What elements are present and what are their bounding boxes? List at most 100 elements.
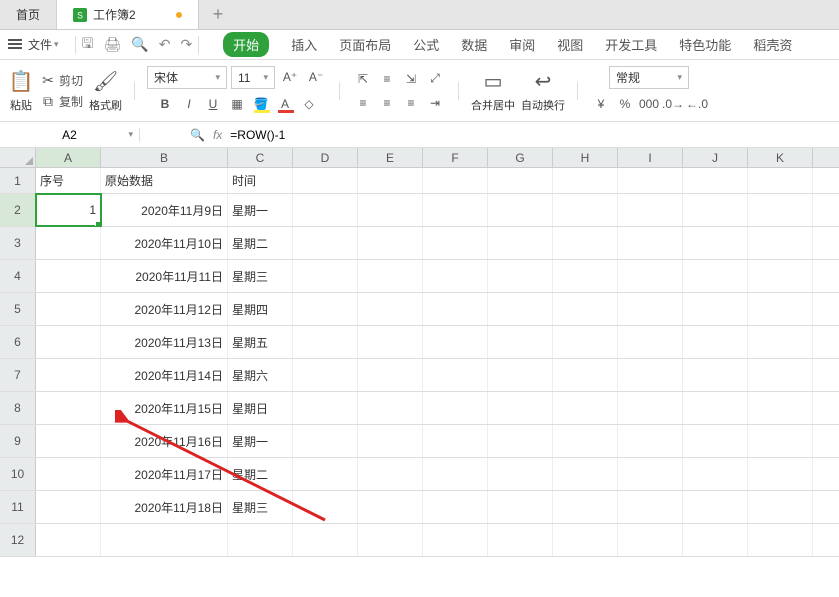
ribbon-tab-insert[interactable]: 插入 xyxy=(291,35,317,54)
formula-input[interactable] xyxy=(230,128,839,142)
cell[interactable] xyxy=(618,194,683,226)
row-header[interactable]: 9 xyxy=(0,425,36,457)
cell[interactable] xyxy=(293,524,358,556)
undo-icon[interactable]: ↶ xyxy=(159,36,171,53)
cell[interactable] xyxy=(488,168,553,193)
cell[interactable] xyxy=(293,227,358,259)
cell[interactable] xyxy=(553,194,618,226)
tab-document[interactable]: S 工作簿2 xyxy=(57,0,199,29)
cell[interactable] xyxy=(618,168,683,193)
col-header-D[interactable]: D xyxy=(293,148,358,167)
orientation-button[interactable]: ⤢ xyxy=(424,68,446,90)
cell[interactable] xyxy=(488,326,553,358)
save-icon[interactable]: 🖫 xyxy=(82,33,94,57)
cell[interactable]: 2020年11月17日 xyxy=(101,458,228,490)
cell[interactable] xyxy=(36,326,101,358)
cell[interactable] xyxy=(423,194,488,226)
align-middle-button[interactable]: ≡ xyxy=(376,68,398,90)
cell[interactable] xyxy=(553,168,618,193)
cell[interactable] xyxy=(293,359,358,391)
comma-button[interactable]: 000 xyxy=(638,93,660,115)
cell[interactable] xyxy=(748,227,813,259)
cell[interactable]: 2020年11月10日 xyxy=(101,227,228,259)
cell[interactable] xyxy=(293,491,358,523)
print-icon[interactable]: 🖨 xyxy=(103,36,121,53)
cell[interactable] xyxy=(488,227,553,259)
cell[interactable] xyxy=(488,359,553,391)
cell[interactable] xyxy=(358,359,423,391)
cell[interactable] xyxy=(553,524,618,556)
cell[interactable] xyxy=(748,359,813,391)
row-header[interactable]: 4 xyxy=(0,260,36,292)
cell[interactable]: 星期二 xyxy=(228,227,293,259)
cell[interactable] xyxy=(488,458,553,490)
wrap-button[interactable]: ↩ 自动换行 xyxy=(521,69,565,113)
cell[interactable] xyxy=(358,194,423,226)
cell[interactable] xyxy=(36,359,101,391)
cell[interactable] xyxy=(683,491,748,523)
cell[interactable] xyxy=(748,326,813,358)
cell[interactable]: 2020年11月14日 xyxy=(101,359,228,391)
increase-font-button[interactable]: A⁺ xyxy=(279,66,301,88)
cell[interactable] xyxy=(36,458,101,490)
row-header[interactable]: 8 xyxy=(0,392,36,424)
cell[interactable] xyxy=(488,392,553,424)
cell[interactable] xyxy=(293,260,358,292)
cell[interactable]: 原始数据 xyxy=(101,168,228,193)
ribbon-tab-formula[interactable]: 公式 xyxy=(413,35,439,54)
indent-button[interactable]: ⇥ xyxy=(424,92,446,114)
new-tab-button[interactable]: + xyxy=(199,4,238,25)
cell[interactable] xyxy=(423,524,488,556)
cell[interactable]: 序号 xyxy=(36,168,101,193)
cell[interactable] xyxy=(748,293,813,325)
italic-button[interactable]: I xyxy=(178,93,200,115)
col-header-H[interactable]: H xyxy=(553,148,618,167)
cell[interactable] xyxy=(358,293,423,325)
format-painter-button[interactable]: 🖌 格式刷 xyxy=(89,69,122,113)
cell[interactable] xyxy=(618,524,683,556)
cell[interactable] xyxy=(423,326,488,358)
font-color-button[interactable]: A xyxy=(274,93,296,115)
col-header-E[interactable]: E xyxy=(358,148,423,167)
row-header[interactable]: 2 xyxy=(0,194,36,226)
cell[interactable]: 2020年11月12日 xyxy=(101,293,228,325)
cell[interactable] xyxy=(553,260,618,292)
cell[interactable] xyxy=(228,524,293,556)
row-header[interactable]: 3 xyxy=(0,227,36,259)
file-menu[interactable]: 文件 ▾ xyxy=(8,36,59,53)
cell[interactable] xyxy=(36,524,101,556)
cell[interactable] xyxy=(423,260,488,292)
cell-reference-input[interactable] xyxy=(30,128,110,142)
underline-button[interactable]: U xyxy=(202,93,224,115)
cell[interactable]: 星期三 xyxy=(228,491,293,523)
ribbon-tab-layout[interactable]: 页面布局 xyxy=(339,35,391,54)
cell[interactable] xyxy=(358,491,423,523)
decrease-decimal-button[interactable]: ←.0 xyxy=(686,93,708,115)
cell[interactable] xyxy=(358,524,423,556)
cell[interactable] xyxy=(293,392,358,424)
number-format-select[interactable]: 常规▾ xyxy=(609,66,689,89)
cell[interactable] xyxy=(423,392,488,424)
cell[interactable] xyxy=(293,326,358,358)
cell[interactable] xyxy=(618,293,683,325)
cell-style-button[interactable]: ◇ xyxy=(298,93,320,115)
cell[interactable]: 2020年11月9日 xyxy=(101,194,228,226)
merge-button[interactable]: ▭ 合并居中 xyxy=(471,69,515,113)
col-header-C[interactable]: C xyxy=(228,148,293,167)
cell[interactable] xyxy=(683,293,748,325)
tab-home[interactable]: 首页 xyxy=(0,0,57,29)
cell[interactable] xyxy=(488,491,553,523)
row-header[interactable]: 7 xyxy=(0,359,36,391)
fill-color-button[interactable]: 🪣 xyxy=(250,93,272,115)
cell[interactable] xyxy=(423,168,488,193)
cell[interactable] xyxy=(553,392,618,424)
col-header-A[interactable]: A xyxy=(36,148,101,167)
cell[interactable] xyxy=(683,194,748,226)
cell[interactable] xyxy=(553,491,618,523)
cell[interactable] xyxy=(748,260,813,292)
cell[interactable] xyxy=(618,458,683,490)
cell[interactable] xyxy=(423,491,488,523)
align-top-button[interactable]: ⇱ xyxy=(352,68,374,90)
cell[interactable] xyxy=(683,359,748,391)
paste-button[interactable]: 📋 粘贴 xyxy=(8,69,34,113)
